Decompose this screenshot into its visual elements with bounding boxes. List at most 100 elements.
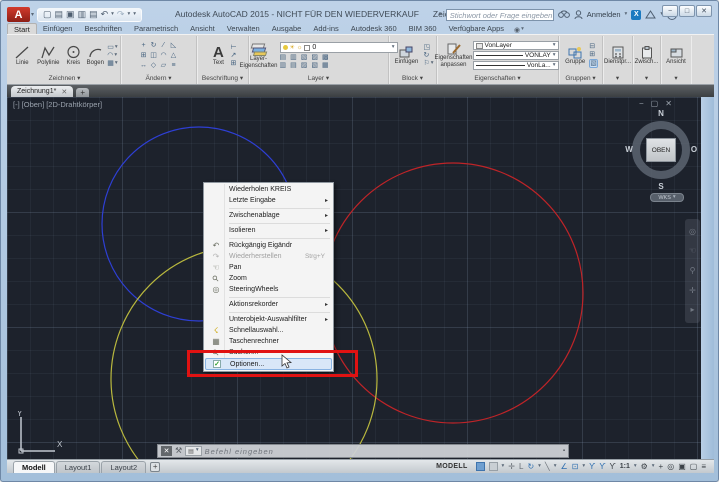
viewcube-top-face[interactable]: OBEN [646, 138, 676, 162]
panel-title-zwischenablage[interactable]: ▾ [633, 74, 660, 84]
tab-einfuegen[interactable]: Einfügen [37, 23, 79, 34]
panel-title-gruppen[interactable]: Gruppen ▾ [559, 74, 602, 84]
text-tool[interactable]: A Text [208, 45, 228, 67]
viewport-view-control[interactable]: [Oben] [22, 100, 45, 109]
annotation-monitor-icon[interactable]: + [659, 463, 664, 471]
leader-icon[interactable]: ↗ [230, 52, 236, 59]
isolate-objects-icon[interactable]: ◎ [667, 463, 674, 471]
layer-properties-tool[interactable]: Layer- Eigenschaften [239, 42, 277, 69]
a360-icon[interactable] [645, 10, 656, 19]
menu-item-pan[interactable]: ☜ Pan [205, 262, 332, 273]
mirror-icon[interactable]: ◫ [150, 52, 157, 59]
layer-tool-icon[interactable]: ▨ [311, 54, 318, 61]
maximize-button[interactable]: □ [679, 5, 695, 17]
ribbon-display-toggle[interactable]: ◉ ▾ [514, 26, 524, 34]
zoom-tool-icon[interactable]: ⚲ [690, 267, 696, 275]
customization-menu-icon[interactable]: ≡ [701, 463, 706, 471]
tab-beschriften[interactable]: Beschriften [78, 23, 128, 34]
copy-icon[interactable]: ⊞ [141, 52, 147, 59]
layer-tool-icon[interactable]: ▤ [280, 54, 287, 61]
ortho-mode-icon[interactable]: L [519, 463, 523, 471]
view-tool[interactable]: Ansicht [663, 46, 689, 66]
file-tab-zeichnung1[interactable]: Zeichnung1* ✕ [11, 86, 73, 97]
recent-commands-button[interactable]: ▤ ▾ [185, 446, 201, 456]
menu-item-zwischenablage[interactable]: Zwischenablage ▸ [205, 210, 332, 221]
layer-tool-icon[interactable]: ▥ [280, 62, 287, 69]
layer-tool-icon[interactable]: ▦ [322, 62, 329, 69]
pan-tool-icon[interactable]: ☜ [689, 247, 696, 255]
panel-title-beschriftung[interactable]: Beschriftung ▾ [197, 74, 248, 84]
layer-tool-icon[interactable]: ▤ [290, 62, 297, 69]
clean-screen-icon[interactable]: ▢ [690, 463, 698, 471]
ellipse-tool-icon[interactable]: ◠ [107, 52, 113, 59]
panel-title-aendern[interactable]: Ändern ▾ [121, 74, 196, 84]
showmotion-tool-icon[interactable]: ▸ [690, 306, 694, 314]
workspace-gear-icon[interactable]: ⚙ [641, 463, 648, 471]
signin-label[interactable]: Anmelden [587, 10, 621, 19]
menu-item-unterobjekt-auswahlfilter[interactable]: Unterobjekt-Auswahlfilter ▸ [205, 314, 332, 325]
signin-dropdown-icon[interactable]: ▾ [625, 12, 628, 18]
layer-tool-icon[interactable]: ▧ [311, 62, 318, 69]
model-space-label[interactable]: MODELL [436, 463, 467, 470]
color-dropdown[interactable]: VonLayer ▾ [473, 41, 559, 50]
ellipse-dd-icon[interactable]: ▾ [114, 53, 117, 59]
panel-title-zeichnen[interactable]: Zeichnen ▾ [9, 74, 120, 84]
tab-ausgabe[interactable]: Ausgabe [266, 23, 308, 34]
command-close-icon[interactable]: ✕ [161, 446, 172, 456]
rectangle-dd-icon[interactable]: ▾ [115, 45, 118, 51]
stretch-icon[interactable]: ↔ [140, 62, 147, 69]
menu-item-steeringwheels[interactable]: ◎ SteeringWheels [205, 284, 332, 295]
group-select-icon[interactable]: ▧ [590, 60, 597, 67]
arc-tool[interactable]: Bogen [85, 45, 105, 67]
osnap-dd-icon[interactable]: ▾ [582, 464, 585, 470]
scale-dd-icon[interactable]: ▾ [634, 464, 637, 470]
utilities-tool[interactable]: Dienstpr... [604, 46, 631, 66]
tab-parametrisch[interactable]: Parametrisch [128, 23, 184, 34]
offset-icon[interactable]: ≡ [171, 62, 175, 69]
object-snap-tracking-icon[interactable]: ∠ [561, 463, 568, 471]
file-tab-close-icon[interactable]: ✕ [61, 88, 67, 96]
tab-autodesk-360[interactable]: Autodesk 360 [345, 23, 403, 34]
rectangle-tool-icon[interactable]: ▭ [107, 44, 114, 51]
save-as-icon[interactable]: ▥ [78, 10, 87, 19]
polar-dd-icon[interactable]: ▾ [538, 464, 541, 470]
tab-start[interactable]: Start [7, 23, 37, 34]
new-drawing-tab-button[interactable]: + [76, 88, 89, 97]
minimize-button[interactable]: − [662, 5, 678, 17]
signin-person-icon[interactable] [574, 10, 583, 20]
hatch-dd-icon[interactable]: ▾ [115, 61, 118, 67]
annotation-scale-value[interactable]: 1:1 [620, 463, 630, 470]
viewcube-east[interactable]: O [688, 145, 700, 154]
hatch-tool-icon[interactable]: ▦ [107, 60, 114, 67]
array-icon[interactable]: ▱ [161, 62, 166, 69]
scale-icon[interactable]: ◇ [151, 62, 156, 69]
new-layout-button[interactable]: + [150, 462, 160, 472]
menu-item-wiederholen-kreis[interactable]: Wiederholen KREIS [205, 184, 332, 195]
tab-ansicht[interactable]: Ansicht [184, 23, 221, 34]
viewcube-west[interactable]: W [623, 145, 635, 154]
tab-modell[interactable]: Modell [13, 461, 55, 473]
panel-title-block[interactable]: Block ▾ [389, 74, 436, 84]
new-icon[interactable]: ▢ [43, 10, 52, 19]
tab-add-ins[interactable]: Add-ins [307, 23, 344, 34]
polar-tracking-icon[interactable]: ↻ [527, 463, 534, 471]
menu-item-rueckgaengig[interactable]: ↶ Rückgängig Eigändr [205, 240, 332, 251]
tab-layout1[interactable]: Layout1 [56, 461, 101, 473]
insert-block-tool[interactable]: Einfügen [391, 46, 421, 66]
panel-title-layer[interactable]: Layer ▾ [249, 74, 388, 84]
panel-title-dienstprogramme[interactable]: ▾ [603, 74, 632, 84]
tab-layout2[interactable]: Layout2 [101, 461, 146, 473]
block-attr-dd-icon[interactable]: ▾ [431, 61, 434, 67]
viewport-menu-control[interactable]: [-] [13, 100, 20, 109]
clipboard-tool[interactable]: Zwisch... [635, 46, 659, 66]
save-icon[interactable]: ▣ [66, 10, 75, 19]
match-properties-tool[interactable]: Eigenschaften anpassen [437, 42, 471, 68]
command-customize-icon[interactable]: ⚒ [175, 447, 182, 455]
annotation-autoscale-icon[interactable]: ϒ [599, 463, 605, 471]
tab-verwalten[interactable]: Verwalten [221, 23, 266, 34]
ungroup-icon[interactable]: ⊟ [589, 43, 595, 50]
customize-qat-icon[interactable]: ▾ [133, 12, 136, 18]
viewcube-north[interactable]: N [655, 109, 667, 118]
red-circle[interactable] [323, 163, 583, 423]
line-tool[interactable]: Linie [11, 45, 33, 67]
